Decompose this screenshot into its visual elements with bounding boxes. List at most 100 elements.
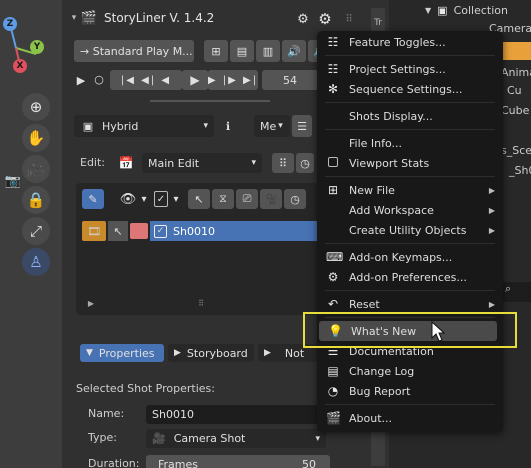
cursor-icon[interactable]: ↖ [108, 221, 128, 241]
camera-icon: 🎥 [152, 432, 166, 445]
pan-hand-icon[interactable]: ✋ [22, 124, 50, 152]
menu-item-add-workspace[interactable]: Add Workspace ▶ [317, 200, 503, 220]
prefs-icon[interactable]: ⚙ [294, 10, 312, 28]
expand-icon[interactable]: ▶ [86, 297, 96, 309]
bug-report-icon: ◔ [327, 384, 339, 398]
menu-item-reset[interactable]: ↶ Reset ▶ [317, 294, 503, 314]
outliner-item[interactable]: _Sh0 [509, 164, 531, 177]
menu-item-about[interactable]: 🎬 About... [317, 408, 503, 428]
tab-storyboard[interactable]: ▶ Storyboard [168, 344, 254, 362]
menu-separator [325, 55, 495, 56]
camera-icon[interactable]: 🎥 [260, 189, 282, 209]
panel-title: StoryLiner V. 1.4.2 [104, 11, 215, 25]
axis-y-icon[interactable]: Y [30, 40, 44, 54]
settings-gear-icon[interactable]: ⚙ [316, 10, 334, 28]
shot-row-selected[interactable]: ✓ Sh0010 [150, 221, 318, 241]
menu-item-bug-report[interactable]: ◔ Bug Report [317, 381, 503, 401]
chevron-down-icon[interactable]: ▾ [170, 190, 182, 208]
axis-x-icon[interactable]: X [13, 59, 27, 73]
select-tool-icon[interactable]: ↖ [188, 189, 210, 209]
outliner-collection-row[interactable]: ▼ ▣ Collection [391, 0, 531, 20]
fullscreen-icon[interactable]: ⤢ [22, 217, 50, 245]
playback-controls-right[interactable]: ▶ |▶ ▶| [208, 70, 258, 90]
edit-dropdown[interactable]: Main Edit ▾ [142, 153, 262, 173]
shot-type-icon: 🎞 [82, 221, 106, 241]
shots-icon[interactable]: ▤ [230, 40, 254, 62]
outliner-active-item[interactable] [501, 42, 531, 60]
timer-icon[interactable]: ◷ [284, 189, 306, 209]
play-icon-small[interactable]: ▶ [74, 71, 88, 89]
chevron-down-icon: ▼ [425, 5, 432, 15]
calendar-icon: 📅 [118, 156, 134, 170]
menu-item-new-file[interactable]: ⊞ New File ▶ [317, 180, 503, 200]
grid-icon[interactable]: ⠿ [272, 153, 294, 173]
highlight-box [303, 312, 517, 348]
camera-view-icon[interactable]: 🎥 [22, 155, 50, 183]
name-field[interactable]: Sh0010 [146, 405, 318, 424]
camera-small-icon[interactable]: 📷 [4, 172, 22, 190]
menu-item-viewport-stats[interactable]: Viewport Stats [317, 153, 503, 173]
shot-color-swatch[interactable] [130, 223, 148, 239]
shot-enabled-checkbox[interactable]: ✓ [154, 224, 167, 238]
shot-manage-icon[interactable]: ⊞ [204, 40, 228, 62]
checkbox-all-icon[interactable]: ✓ [154, 191, 168, 207]
menu-item-addon-preferences[interactable]: ⚙ Add-on Preferences... [317, 267, 503, 287]
menu-item-change-log[interactable]: ▤ Change Log [317, 361, 503, 381]
play-button[interactable]: ▶ [182, 70, 208, 90]
chevron-down-icon: ▾ [203, 121, 208, 131]
menu-item-addon-keymaps[interactable]: ⌨ Add-on Keymaps... [317, 247, 503, 267]
search-icon[interactable]: ⌕ [501, 282, 531, 302]
clock-icon[interactable]: ◷ [296, 153, 314, 173]
chevron-down-icon[interactable]: ▾ [138, 190, 150, 208]
menu-item-shots-display[interactable]: Shots Display... [317, 106, 503, 126]
menu-item-create-utility-objects[interactable]: Create Utility Objects ▶ [317, 220, 503, 240]
pencil-icon[interactable]: ✎ [82, 189, 104, 209]
filter-icon[interactable]: ⧖ [212, 189, 234, 209]
playback-controls-left[interactable]: |◀ ◀| ◀ [110, 70, 182, 90]
edit-label: Edit: [80, 156, 106, 169]
drag-handle-icon[interactable]: ⠿ [342, 12, 356, 26]
resize-handle-icon[interactable]: ⠿ [194, 297, 208, 309]
eye-icon[interactable]: 👁 [120, 190, 137, 208]
divider-line [150, 100, 270, 102]
lock-icon[interactable]: 🔒 [22, 186, 50, 214]
audio-icon[interactable]: 🔊 [282, 40, 306, 62]
user-perspective-icon[interactable]: ♙ [22, 248, 50, 276]
list-icon[interactable]: ☰ [292, 115, 312, 137]
checkbox-icon[interactable] [326, 156, 340, 170]
type-label: Type: [88, 431, 117, 444]
layout-mode-dropdown[interactable]: ▣ Hybrid ▾ [74, 115, 214, 137]
outliner-item[interactable]: s_Scen [501, 144, 531, 157]
duration-field[interactable]: Frames 50 [146, 455, 330, 468]
menu-separator [325, 243, 495, 244]
info-icon[interactable]: ℹ [218, 115, 238, 137]
change-log-icon: ▤ [327, 364, 339, 378]
menu-item-feature-toggles[interactable]: ☷ Feature Toggles... [317, 32, 503, 52]
chevron-down-icon: ▼ [86, 348, 93, 358]
menu-item-sequence-settings[interactable]: ✻ Sequence Settings... [317, 79, 503, 99]
keymaps-icon: ⌨ [326, 250, 344, 264]
tab-properties[interactable]: ▼ Properties [80, 344, 164, 362]
takes-icon[interactable]: ▥ [256, 40, 280, 62]
3d-viewport[interactable]: Z Y X ⊕ ✋ 🎥 📷 🔒 ⤢ ♙ [0, 0, 62, 468]
chevron-right-icon: ▶ [174, 348, 181, 358]
outliner-item[interactable]: Anima [501, 66, 531, 79]
menu-separator [325, 404, 495, 405]
name-label: Name: [88, 407, 125, 420]
play-mode-dropdown[interactable]: → Standard Play M... [74, 40, 194, 62]
me-dropdown[interactable]: Me ▾ [254, 115, 290, 137]
menu-item-file-info[interactable]: File Info... [317, 133, 503, 153]
axis-z-icon[interactable]: Z [3, 17, 17, 31]
zoom-icon[interactable]: ⊕ [22, 93, 50, 121]
collapse-chevron-icon[interactable]: ▾ [68, 13, 80, 23]
menu-item-project-settings[interactable]: ☷ Project Settings... [317, 59, 503, 79]
shot-row[interactable]: 🎞 ↖ ✓ Sh0010 [82, 221, 318, 241]
camera-view-icon[interactable]: ⎚ [236, 189, 258, 209]
type-dropdown[interactable]: 🎥 Camera Shot ▾ [146, 429, 326, 448]
outliner-item[interactable]: Cu [507, 84, 522, 97]
record-icon[interactable]: ○ [92, 70, 106, 88]
shot-list-box: ✎ 👁 ▾ ✓ ▾ ↖ ⧖ ⎚ 🎥 ◷ 🎞 ↖ ✓ Sh0010 ▶ ⠿ [76, 183, 318, 315]
toggles-icon: ☷ [327, 35, 339, 49]
outliner-item[interactable]: Cube [501, 104, 529, 117]
frame-field[interactable]: 54 [262, 70, 318, 90]
